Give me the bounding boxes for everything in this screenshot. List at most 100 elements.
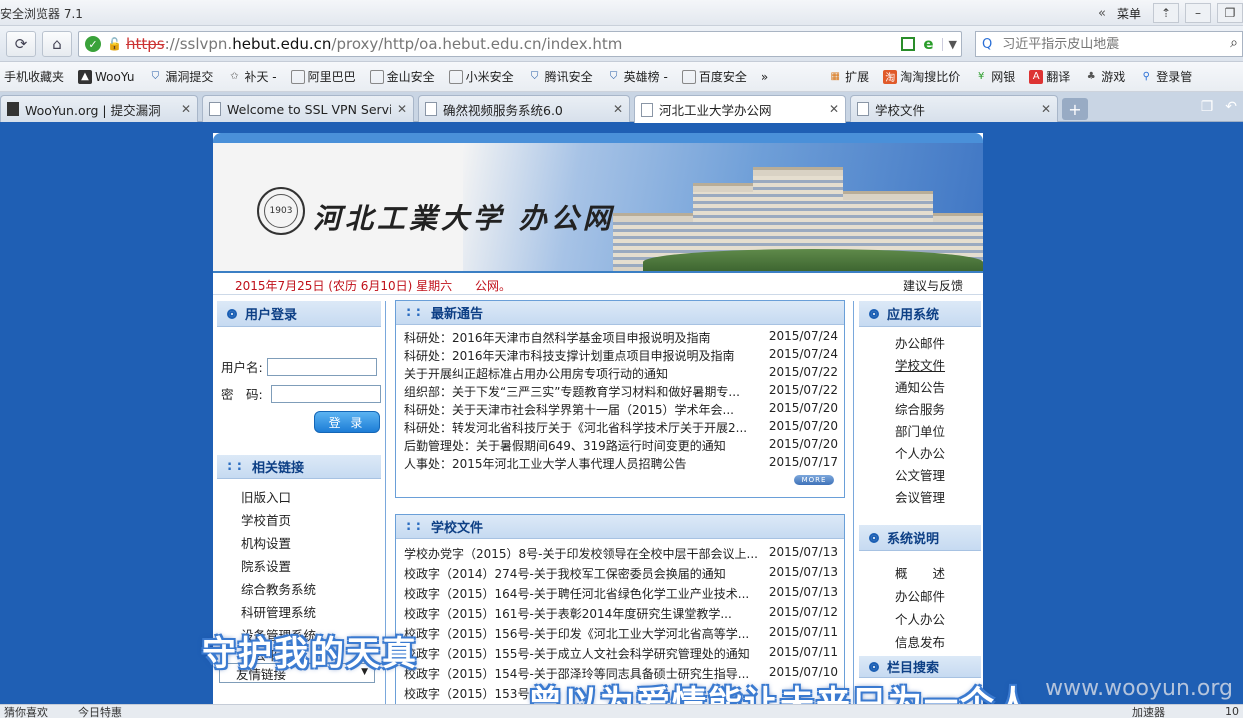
file-row[interactable]: 校政字（2014）274号-关于我校军工保密委员会换届的通知 2015/07/13 (404, 565, 838, 585)
bookmark-item[interactable]: ✩ 补天 - (227, 68, 276, 85)
link-item[interactable]: 机构设置 (241, 533, 381, 556)
news-title[interactable]: 关于开展纠正超标准占用办公用房专项行动的通知 (404, 365, 668, 383)
tab-list-icon[interactable]: ❐ (1201, 99, 1214, 115)
file-title[interactable]: 校政字（2015）164号-关于聘任河北省绿色化学工业产业技术... (404, 585, 749, 605)
username-input[interactable] (266, 357, 377, 376)
close-icon[interactable]: ✕ (829, 102, 839, 116)
tao-compare-button[interactable]: 淘淘淘搜比价 (883, 68, 960, 85)
bookmark-item[interactable]: 阿里巴巴 (290, 68, 356, 85)
app-item[interactable]: 综合服务 (895, 399, 981, 421)
search-input[interactable] (1002, 36, 1203, 52)
file-row[interactable]: 校政字（2015）161号-关于表彰2014年度研究生课堂教学... 2015/0… (404, 605, 838, 625)
bookmark-item[interactable]: ⛉ 漏洞提交 (148, 68, 214, 85)
search-engine-icon[interactable]: Q (982, 37, 992, 52)
upload-icon[interactable]: ⇡ (1153, 3, 1179, 23)
news-row[interactable]: 科研处：转发河北省科技厅关于《河北省科学技术厅关于开展2... 2015/07/2… (404, 419, 838, 437)
login-button[interactable]: 登 录 (314, 411, 380, 433)
close-icon[interactable]: ✕ (397, 102, 407, 116)
app-item[interactable]: 个人办公 (895, 443, 981, 465)
ie-mode-icon[interactable]: e (923, 35, 933, 53)
bookmark-item[interactable]: 手机收藏夹 (4, 68, 64, 85)
undo-icon[interactable]: ↶ (1225, 99, 1237, 115)
bookmark-item[interactable]: 小米安全 (448, 68, 514, 85)
app-item[interactable]: 公文管理 (895, 465, 981, 487)
news-title[interactable]: 科研处：关于天津市社会科学界第十一届（2015）学术年会... (404, 401, 734, 419)
file-title[interactable]: 学校办党字（2015）8号-关于印发校领导在全校中层干部会议上... (404, 545, 758, 565)
sys-item[interactable]: 概 述 (895, 563, 981, 586)
news-row[interactable]: 后勤管理处：关于暑假期间649、319路运行时间变更的通知 2015/07/20 (404, 437, 838, 455)
bookmark-item[interactable]: ⛉ 英雄榜 - (607, 68, 668, 85)
sys-item[interactable]: 信息发布 (895, 632, 981, 652)
file-title[interactable]: 校政字（2015）155号-关于成立人文社会科学研究管理处的通知 (404, 645, 750, 665)
extensions-button[interactable]: ▦ 扩展 (828, 68, 869, 85)
file-row[interactable]: 学校办党字（2015）8号-关于印发校领导在全校中层干部会议上... 2015/0… (404, 545, 838, 565)
file-row[interactable]: 校政字（2015）155号-关于成立人文社会科学研究管理处的通知 2015/07/… (404, 645, 838, 665)
bookmark-item[interactable]: ▲ WooYu (78, 69, 134, 84)
close-icon[interactable]: ✕ (181, 102, 191, 116)
app-item[interactable]: 学校文件 (895, 355, 981, 377)
news-title[interactable]: 科研处：转发河北省科技厅关于《河北省科学技术厅关于开展2... (404, 419, 747, 437)
news-title[interactable]: 后勤管理处：关于暑假期间649、319路运行时间变更的通知 (404, 437, 726, 455)
bookmark-item[interactable]: 百度安全 (681, 68, 747, 85)
tab-video-service[interactable]: 确然视频服务系统6.0 ✕ (418, 95, 630, 122)
link-item[interactable]: 旧版入口 (241, 487, 381, 510)
link-item[interactable]: 科研管理系统 (241, 602, 381, 625)
refresh-button[interactable]: ⟳ (6, 31, 36, 57)
tab-hebut-office[interactable]: 河北工业大学办公网 ✕ (634, 95, 846, 123)
menu-button[interactable]: 菜单 (1117, 5, 1141, 22)
news-row[interactable]: 科研处：关于天津市社会科学界第十一届（2015）学术年会... 2015/07/2… (404, 401, 838, 419)
news-row[interactable]: 组织部：关于下发“三严三实”专题教育学习材料和做好暑期专... 2015/07/2… (404, 383, 838, 401)
sys-item[interactable]: 办公邮件 (895, 586, 981, 609)
news-title[interactable]: 人事处：2015年河北工业大学人事代理人员招聘公告 (404, 455, 687, 473)
tab-ssl-vpn[interactable]: Welcome to SSL VPN Service ✕ (202, 95, 414, 122)
app-item[interactable]: 部门单位 (895, 421, 981, 443)
minimize-button[interactable]: – (1185, 3, 1211, 23)
file-title[interactable]: 校政字（2015）156号-关于印发《河北工业大学河北省高等学... (404, 625, 749, 645)
app-item[interactable]: 会议管理 (895, 487, 981, 509)
status-recommend[interactable]: 猜你喜欢 (4, 705, 48, 718)
file-title[interactable]: 校政字（2014）274号-关于我校军工保密委员会换届的通知 (404, 565, 726, 585)
translate-button[interactable]: A 翻译 (1029, 68, 1070, 85)
tab-wooyun[interactable]: WooYun.org | 提交漏洞 ✕ (0, 95, 198, 122)
news-title[interactable]: 组织部：关于下发“三严三实”专题教育学习材料和做好暑期专... (404, 383, 740, 401)
tab-school-files[interactable]: 学校文件 ✕ (850, 95, 1058, 122)
close-icon[interactable]: ✕ (1041, 102, 1051, 116)
games-button[interactable]: ♣ 游戏 (1084, 68, 1126, 85)
news-row[interactable]: 人事处：2015年河北工业大学人事代理人员招聘公告 2015/07/17 (404, 455, 838, 473)
status-today-deals[interactable]: 今日特惠 (78, 705, 122, 718)
feedback-link[interactable]: 建议与反馈 (903, 277, 963, 294)
search-icon[interactable]: ⌕ (1230, 35, 1238, 51)
address-bar[interactable]: ✓ 🔓 https://sslvpn.hebut.edu.cn/proxy/ht… (78, 31, 962, 57)
bookmark-item[interactable]: 金山安全 (369, 68, 435, 85)
news-row[interactable]: 关于开展纠正超标准占用办公用房专项行动的通知 2015/07/22 (404, 365, 838, 383)
close-icon[interactable]: ✕ (613, 102, 623, 116)
online-bank-button[interactable]: ¥ 网银 (974, 68, 1015, 85)
app-item[interactable]: 办公邮件 (895, 333, 981, 355)
news-title[interactable]: 科研处：2016年天津市自然科学基金项目申报说明及指南 (404, 329, 711, 347)
file-title[interactable]: 校政字（2015）161号-关于表彰2014年度研究生课堂教学... (404, 605, 732, 625)
double-chevron-left-icon[interactable]: « (1093, 6, 1111, 21)
news-row[interactable]: 科研处：2016年天津市科技支撑计划重点项目申报说明及指南 2015/07/24 (404, 347, 838, 365)
link-item[interactable]: 综合教务系统 (241, 579, 381, 602)
qr-code-icon[interactable] (901, 37, 916, 51)
status-accelerator[interactable]: 加速器 (1132, 705, 1165, 718)
bookmarks-more-button[interactable]: » (761, 70, 768, 84)
sys-item[interactable]: 个人办公 (895, 609, 981, 632)
link-item[interactable]: 学校首页 (241, 510, 381, 533)
password-input[interactable] (271, 384, 381, 403)
address-url[interactable]: https://sslvpn.hebut.edu.cn/proxy/http/o… (126, 35, 622, 53)
new-tab-button[interactable]: + (1062, 98, 1088, 120)
file-row[interactable]: 校政字（2015）164号-关于聘任河北省绿色化学工业产业技术... 2015/0… (404, 585, 838, 605)
bookmark-item[interactable]: ⛉ 腾讯安全 (528, 68, 593, 85)
maximize-button[interactable]: ❐ (1217, 3, 1243, 23)
link-item[interactable]: 院系设置 (241, 556, 381, 579)
news-row[interactable]: 科研处：2016年天津市自然科学基金项目申报说明及指南 2015/07/24 (404, 329, 838, 347)
file-row[interactable]: 校政字（2015）156号-关于印发《河北工业大学河北省高等学... 2015/0… (404, 625, 838, 645)
news-more-button[interactable]: MORE (794, 475, 834, 485)
chevron-down-icon[interactable]: ▼ (941, 37, 957, 51)
home-button[interactable]: ⌂ (42, 31, 72, 57)
news-title[interactable]: 科研处：2016年天津市科技支撑计划重点项目申报说明及指南 (404, 347, 735, 365)
login-manager-button[interactable]: ⚲ 登录管 (1139, 68, 1193, 85)
file-title[interactable]: 校政字（2015）153号- (404, 685, 534, 705)
app-item[interactable]: 通知公告 (895, 377, 981, 399)
